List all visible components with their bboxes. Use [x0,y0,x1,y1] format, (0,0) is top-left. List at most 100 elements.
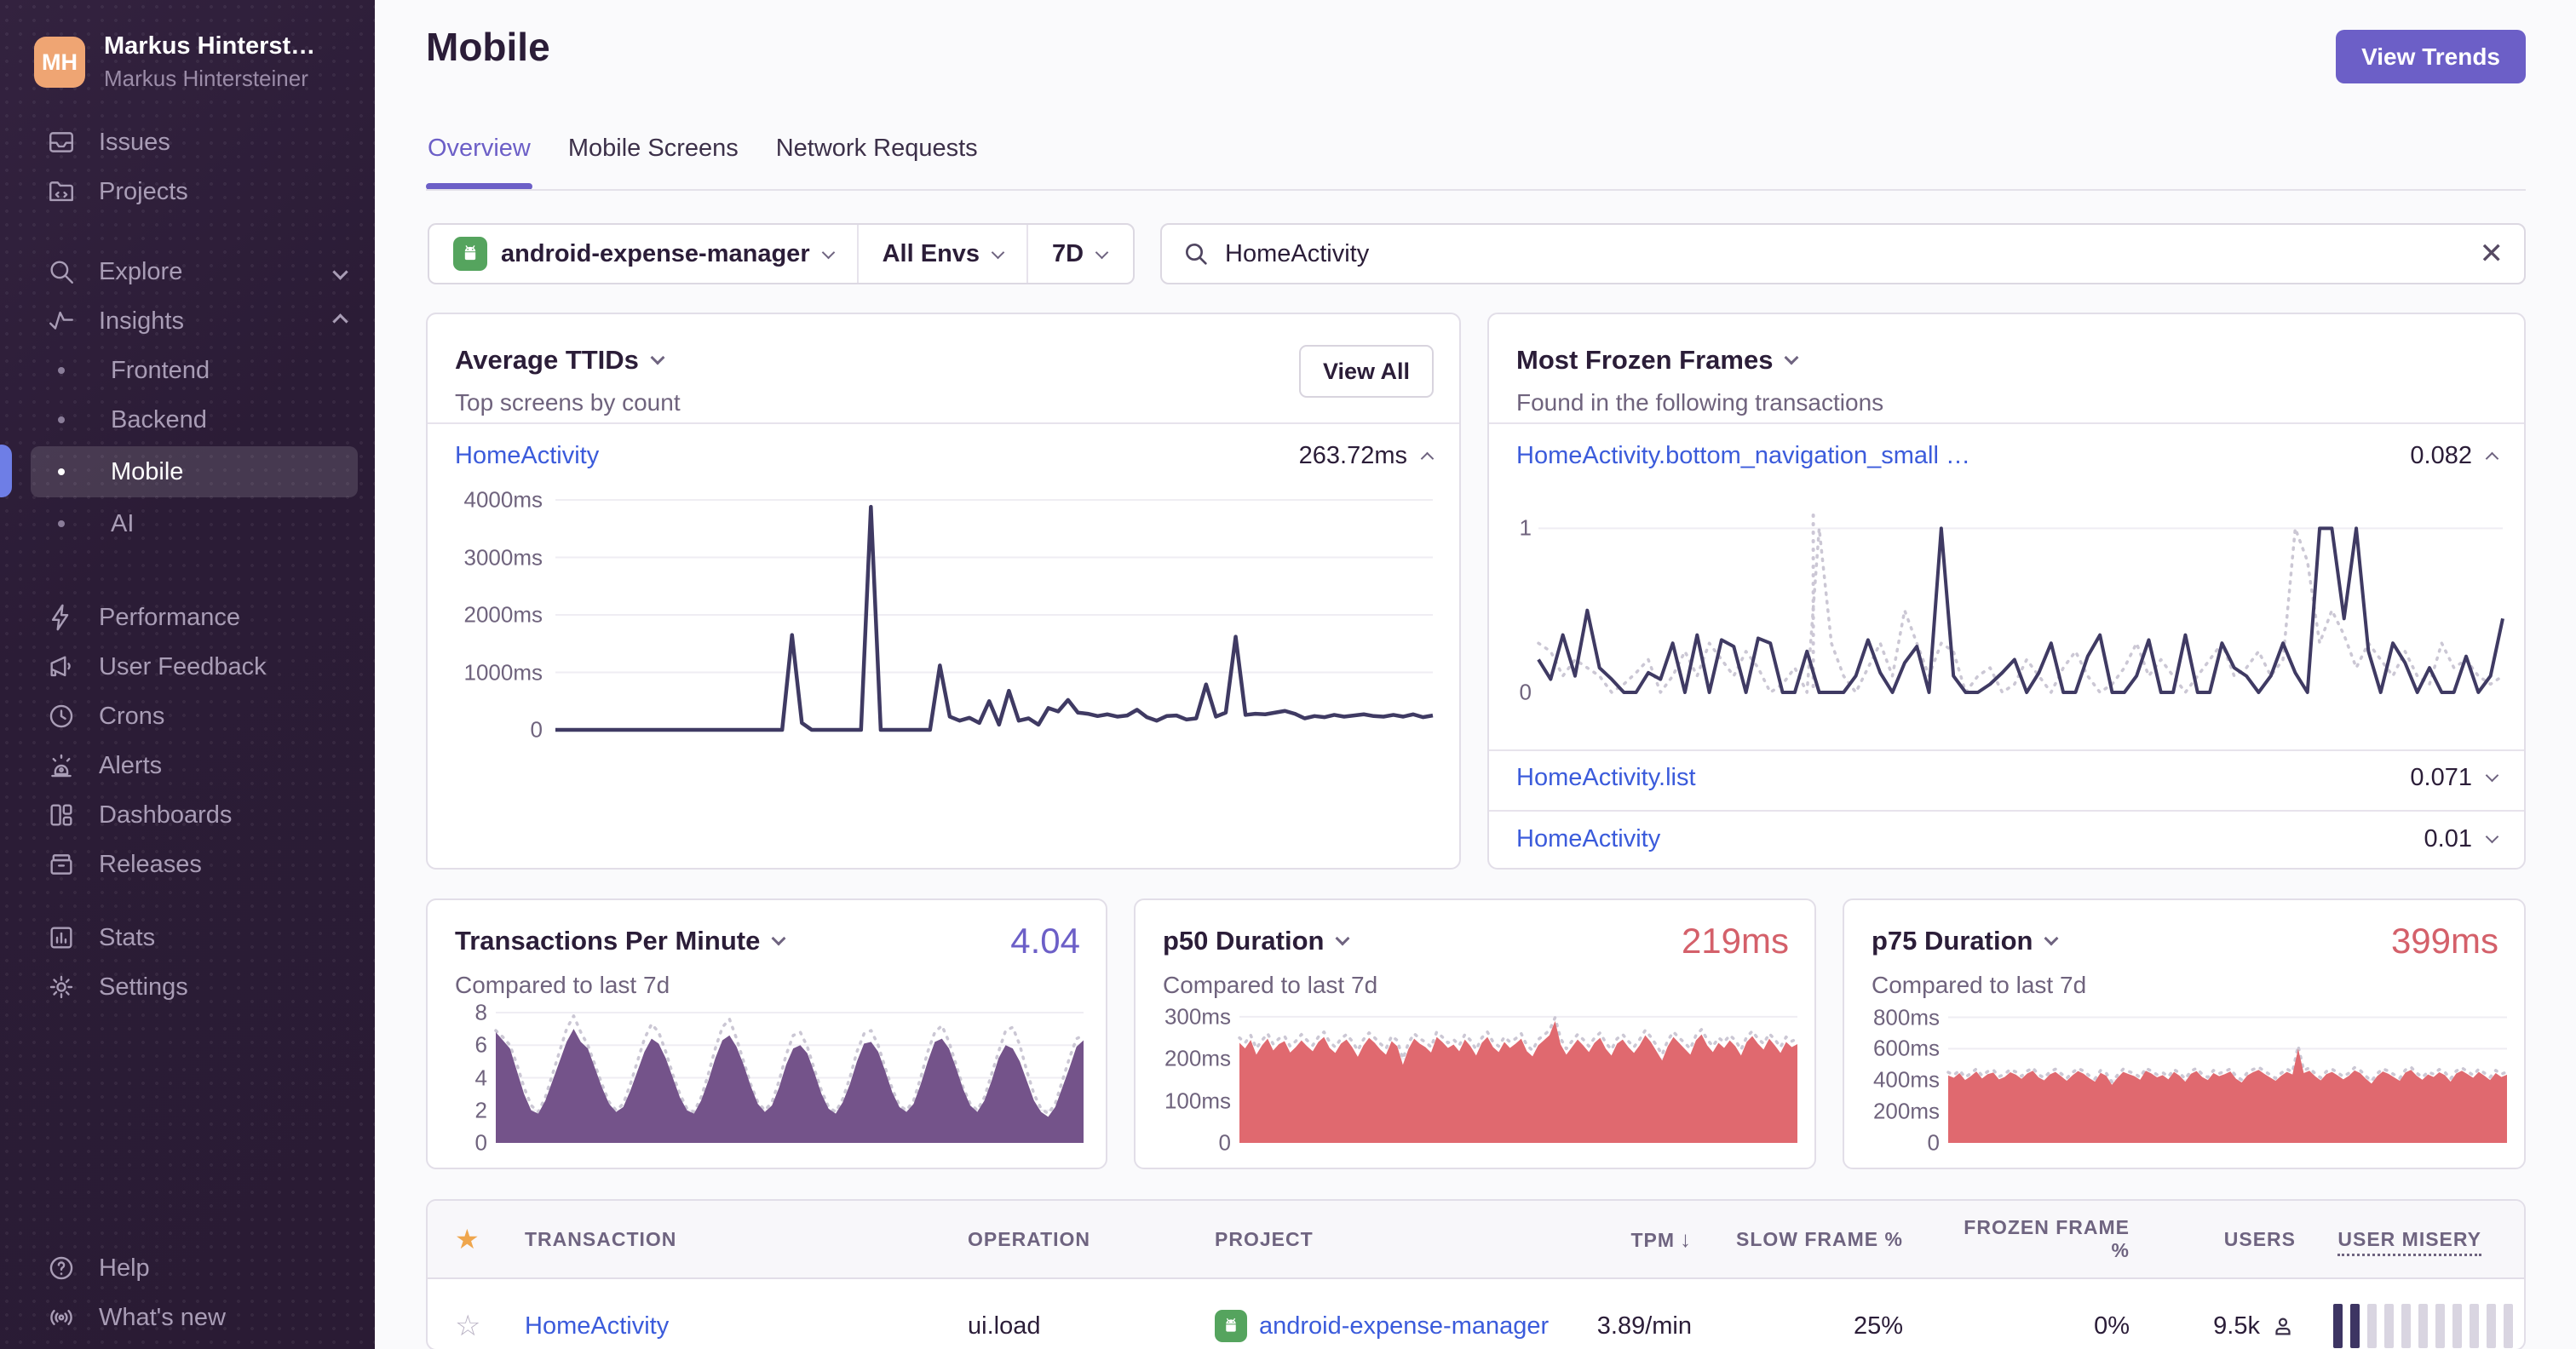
tab-bar: Overview Mobile Screens Network Requests [426,135,980,190]
column-header-slow-frame[interactable]: SLOW FRAME % [1711,1228,1922,1251]
archive-icon [46,849,77,880]
project-select[interactable]: android-expense-manager [429,225,857,283]
star-toggle[interactable]: ☆ [451,1309,506,1343]
transaction-link[interactable]: HomeActivity [455,442,599,470]
p75-chart [1946,1013,2509,1143]
card-subtitle: Compared to last 7d [455,972,670,998]
search-icon [1182,240,1210,267]
user-icon [2270,1313,2296,1339]
sidebar-item-performance[interactable]: Performance [0,593,375,642]
project-cell[interactable]: android-expense-manager [1196,1310,1557,1342]
column-header-tpm[interactable]: TPM ↓ [1557,1226,1711,1253]
sort-desc-icon: ↓ [1680,1226,1692,1252]
card-subtitle: Found in the following transactions [1516,389,1884,416]
y-axis: 10 [1519,514,1532,705]
table-row: ☆ HomeActivity ui.load android-expense-m… [428,1279,2524,1349]
y-axis: 300ms 200ms 100ms 0 [1164,1003,1231,1156]
p50-chart [1238,1013,1799,1143]
date-range-select[interactable]: 7D [1026,225,1130,283]
environment-select[interactable]: All Envs [856,225,1026,283]
operation-cell: ui.load [968,1312,1041,1340]
transaction-link[interactable]: HomeActivity.list [1516,764,1696,792]
sidebar-item-whats-new[interactable]: What's new [0,1293,375,1342]
sidebar-item-issues[interactable]: Issues [0,118,375,167]
bar-chart-icon [46,922,77,953]
sidebar-item-stats[interactable]: Stats [0,913,375,962]
chevron-down-icon [1784,350,1799,365]
frozen-row-toggle[interactable]: 0.082 [2410,442,2499,470]
column-header-transaction[interactable]: TRANSACTION [506,1228,949,1251]
slow-frame-cell: 25% [1853,1312,1903,1340]
frozen-row-toggle[interactable]: 0.01 [2424,825,2499,853]
column-header-user-misery[interactable]: USER MISERY [2314,1227,2500,1256]
broadcast-icon [46,1302,77,1333]
gear-icon [46,972,77,1002]
tab-divider [426,189,2526,191]
transaction-link[interactable]: HomeActivity.bottom_navigation_small … [1516,442,1970,470]
sidebar-item-projects[interactable]: Projects [0,167,375,216]
sidebar-item-dashboards[interactable]: Dashboards [0,790,375,840]
ttid-value-toggle[interactable]: 263.72ms [1299,442,1435,470]
sidebar-item-alerts[interactable]: Alerts [0,741,375,790]
y-axis: 86420 [474,999,487,1156]
frozen-row-toggle[interactable]: 0.071 [2410,764,2499,792]
card-title[interactable]: p50 Duration [1163,926,1350,956]
p50-value: 219ms [1681,921,1789,961]
average-ttids-card: Average TTIDs Top screens by count View … [426,313,1461,870]
card-title[interactable]: Most Frozen Frames [1516,345,1799,376]
clear-search-icon[interactable]: ✕ [2480,239,2504,268]
megaphone-icon [46,652,77,682]
avatar: MH [34,37,85,88]
column-header-frozen-frame[interactable]: FROZEN FRAME % [1922,1216,2148,1262]
sidebar: MH Markus Hinterst… Markus Hintersteiner… [0,0,375,1349]
org-switcher[interactable]: MH Markus Hinterst… Markus Hintersteiner [0,0,375,118]
tpm-value: 4.04 [1010,921,1080,961]
clock-icon [46,701,77,732]
transaction-link[interactable]: HomeActivity [506,1312,949,1340]
column-header-users[interactable]: USERS [2148,1228,2314,1251]
tab-overview[interactable]: Overview [426,135,532,190]
column-header-operation[interactable]: OPERATION [949,1228,1196,1251]
sidebar-item-settings[interactable]: Settings [0,962,375,1012]
tab-mobile-screens[interactable]: Mobile Screens [566,135,740,188]
tpm-cell: 3.89/min [1596,1312,1692,1340]
view-all-button[interactable]: View All [1298,345,1434,398]
main-content: Mobile View Trends Overview Mobile Scree… [375,0,2576,1349]
siren-icon [46,750,77,781]
star-icon[interactable]: ★ [451,1223,506,1255]
sidebar-item-crons[interactable]: Crons [0,692,375,741]
card-subtitle: Compared to last 7d [1872,972,2087,998]
sidebar-item-releases[interactable]: Releases [0,840,375,889]
chevron-down-icon [2485,768,2499,783]
active-highlight [31,446,358,497]
help-icon [46,1253,77,1283]
sidebar-item-ai[interactable]: AI [0,499,375,548]
dashboard-icon [46,800,77,830]
sidebar-item-frontend[interactable]: Frontend [0,346,375,395]
sidebar-item-backend[interactable]: Backend [0,395,375,445]
most-frozen-frames-card: Most Frozen Frames Found in the followin… [1487,313,2526,870]
app-window: MH Markus Hinterst… Markus Hintersteiner… [0,0,2576,1349]
card-title[interactable]: p75 Duration [1872,926,2059,956]
tpm-chart [494,1012,1085,1143]
sidebar-item-help[interactable]: Help [0,1243,375,1293]
p75-value: 399ms [2390,921,2498,961]
y-axis: 800ms 600ms 400ms 200ms 0 [1872,1004,1940,1156]
tab-network-requests[interactable]: Network Requests [774,135,980,188]
p50-duration-card: p50 Duration 219ms Compared to last 7d 3… [1134,898,1816,1169]
card-title[interactable]: Average TTIDs [455,345,665,376]
chevron-down-icon [332,263,348,280]
sidebar-item-mobile[interactable]: Mobile [0,445,375,499]
sidebar-item-insights[interactable]: Insights [0,296,375,346]
user-misery-bars [2314,1304,2524,1348]
card-title[interactable]: Transactions Per Minute [455,926,786,956]
card-subtitle: Top screens by count [455,389,681,416]
sidebar-item-explore[interactable]: Explore [0,247,375,296]
search-input[interactable] [1225,239,2464,268]
ttid-chart [555,499,1434,732]
transaction-link[interactable]: HomeActivity [1516,825,1660,853]
view-trends-button[interactable]: View Trends [2336,30,2526,83]
sidebar-item-user-feedback[interactable]: User Feedback [0,642,375,692]
inbox-icon [46,127,77,158]
column-header-project[interactable]: PROJECT [1196,1228,1557,1251]
